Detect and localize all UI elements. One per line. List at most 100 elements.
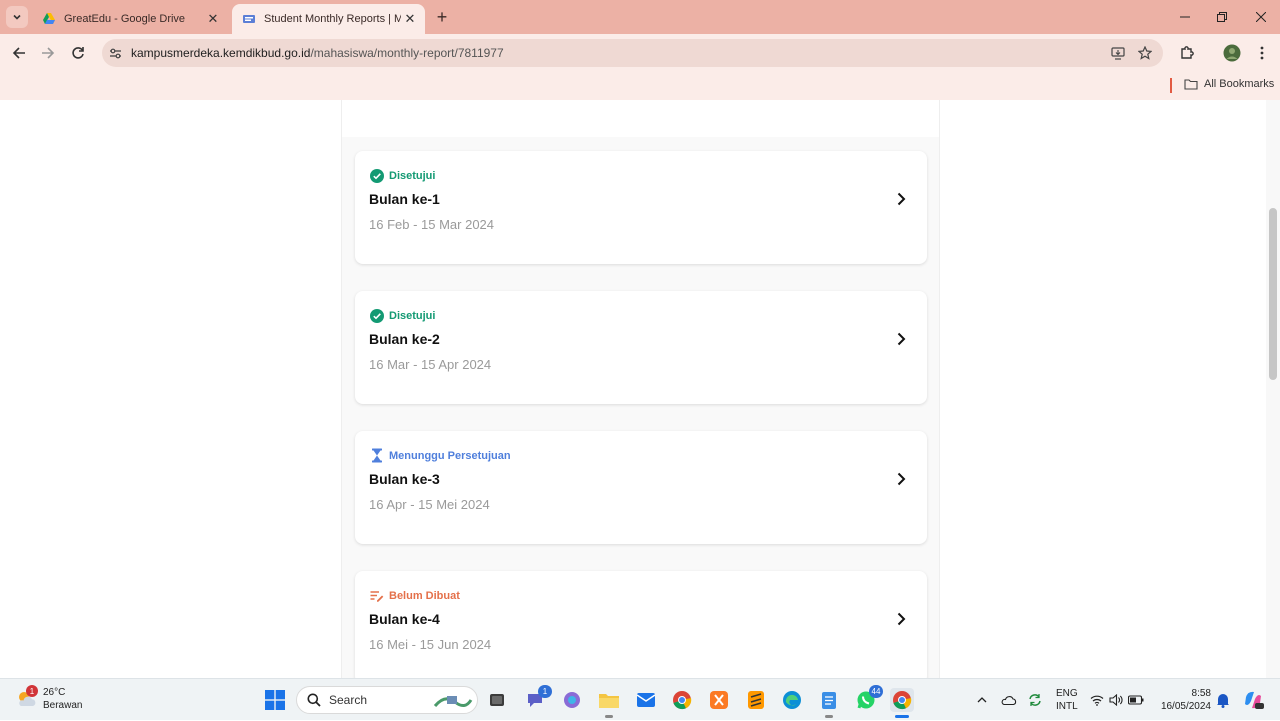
reload-button[interactable] — [66, 41, 90, 65]
tab-bar: GreatEdu - Google Drive ✕ Student Monthl… — [0, 0, 1280, 34]
chrome-active-window-button[interactable] — [890, 688, 914, 718]
page-scrollbar[interactable] — [1266, 100, 1280, 678]
bell-icon — [1217, 694, 1229, 708]
language-line-1: ENG — [1056, 688, 1078, 699]
month-title: Bulan ke-3 — [369, 471, 440, 487]
chevron-up-icon — [977, 697, 987, 703]
extensions-button[interactable] — [1175, 41, 1199, 65]
language-indicator[interactable]: ENG INTL — [1056, 679, 1078, 721]
whatsapp-button[interactable]: 44 — [854, 685, 883, 712]
status-badge: Menunggu Persetujuan — [369, 448, 511, 463]
notepad-icon — [822, 692, 836, 709]
chrome-button[interactable] — [670, 688, 694, 712]
running-indicator — [605, 715, 613, 718]
google-drive-icon — [43, 13, 55, 24]
chevron-right-icon[interactable] — [891, 329, 911, 349]
date-range: 16 Mei - 15 Jun 2024 — [369, 637, 492, 652]
profile-avatar[interactable] — [1220, 41, 1244, 65]
task-view-button[interactable] — [485, 688, 509, 712]
bookmark-star-icon[interactable] — [1135, 43, 1155, 63]
url-path: /mahasiswa/monthly-report/7811977 — [310, 46, 504, 60]
kampus-merdeka-icon — [243, 15, 255, 23]
sublime-text-button[interactable] — [744, 688, 768, 712]
start-button[interactable] — [263, 688, 287, 712]
copilot-pre-icon — [1245, 691, 1264, 709]
tab-search-button[interactable] — [6, 6, 28, 28]
bookmarks-separator — [1170, 78, 1172, 93]
report-card-month-4[interactable]: Belum Dibuat Bulan ke-4 16 Mei - 15 Jun … — [355, 571, 927, 678]
arrow-left-icon — [12, 47, 25, 59]
all-bookmarks-button[interactable]: All Bookmarks — [1184, 78, 1274, 90]
folder-icon — [1184, 79, 1198, 90]
all-bookmarks-label: All Bookmarks — [1204, 78, 1275, 90]
forward-button[interactable] — [36, 41, 60, 65]
xampp-button[interactable] — [707, 688, 731, 712]
chevron-right-icon[interactable] — [891, 609, 911, 629]
report-list-column: Disetujui Bulan ke-1 16 Feb - 15 Mar 202… — [341, 100, 940, 678]
chrome-icon — [673, 691, 692, 710]
clock-date: 16/05/2024 — [1160, 701, 1211, 712]
site-info-icon[interactable] — [105, 43, 125, 63]
back-button[interactable] — [7, 41, 31, 65]
language-line-2: INTL — [1056, 701, 1078, 712]
system-clock[interactable]: 8:58 16/05/2024 — [1158, 687, 1211, 713]
edge-button[interactable] — [780, 688, 804, 712]
whatsapp-badge: 44 — [869, 685, 883, 698]
notifications-button[interactable] — [1211, 688, 1235, 712]
show-hidden-icons-button[interactable] — [970, 688, 994, 712]
page-content: Disetujui Bulan ke-1 16 Feb - 15 Mar 202… — [0, 100, 1280, 678]
chrome-icon — [893, 691, 912, 710]
file-explorer-button[interactable] — [597, 688, 621, 718]
clock-time: 8:58 — [1191, 688, 1211, 699]
puzzle-icon — [1181, 46, 1194, 59]
copilot-preview-button[interactable] — [1241, 688, 1265, 712]
report-card-month-1[interactable]: Disetujui Bulan ke-1 16 Feb - 15 Mar 202… — [355, 151, 927, 264]
month-title: Bulan ke-1 — [369, 191, 440, 207]
weather-text: 26°C Berawan — [43, 686, 82, 712]
date-range: 16 Feb - 15 Mar 2024 — [369, 217, 495, 232]
tab-monthly-reports[interactable]: Student Monthly Reports | Merdeka ✕ — [232, 4, 425, 34]
more-vert-icon — [1260, 46, 1264, 60]
check-circle-icon — [369, 168, 384, 183]
sync-button[interactable] — [1023, 688, 1047, 712]
scrollbar-thumb[interactable] — [1269, 208, 1277, 380]
report-card-month-3[interactable]: Menunggu Persetujuan Bulan ke-3 16 Apr -… — [355, 431, 927, 544]
taskbar-search[interactable]: Search — [296, 686, 478, 714]
install-app-icon[interactable] — [1108, 43, 1128, 63]
edit-note-icon — [369, 588, 384, 603]
notepad-button[interactable] — [817, 688, 841, 718]
new-tab-button[interactable]: + — [432, 7, 452, 27]
search-highlight-icon — [433, 696, 473, 707]
cloud-icon — [1001, 696, 1017, 706]
browser-menu-button[interactable] — [1250, 41, 1274, 65]
chevron-right-icon[interactable] — [891, 469, 911, 489]
status-label: Disetujui — [389, 169, 436, 182]
status-badge: Belum Dibuat — [369, 588, 460, 603]
tab-google-drive[interactable]: GreatEdu - Google Drive ✕ — [32, 4, 228, 34]
quick-settings-button[interactable] — [1087, 688, 1147, 712]
copilot-button[interactable] — [560, 688, 584, 712]
close-window-button[interactable] — [1242, 0, 1280, 34]
minimize-icon — [1180, 16, 1190, 18]
address-bar[interactable]: kampusmerdeka.kemdikbud.go.id/mahasiswa/… — [102, 39, 1163, 67]
active-indicator — [895, 715, 909, 718]
weather-widget[interactable]: 1 26°C Berawan — [16, 685, 82, 712]
restore-button[interactable] — [1203, 0, 1241, 34]
weather-cloud-icon: 1 — [16, 685, 38, 710]
mail-button[interactable] — [634, 688, 658, 712]
folder-icon — [599, 694, 619, 708]
minimize-button[interactable] — [1166, 0, 1204, 34]
onedrive-button[interactable] — [997, 688, 1021, 712]
close-icon[interactable]: ✕ — [401, 10, 419, 28]
report-card-month-2[interactable]: Disetujui Bulan ke-2 16 Mar - 15 Apr 202… — [355, 291, 927, 404]
chevron-right-icon[interactable] — [891, 189, 911, 209]
teams-chat-button[interactable]: 1 — [523, 685, 552, 712]
url-host: kampusmerdeka.kemdikbud.go.id — [131, 46, 311, 60]
edge-icon — [783, 691, 801, 709]
header-remnant — [342, 100, 939, 137]
windows-logo-icon — [265, 690, 285, 710]
date-range: 16 Mar - 15 Apr 2024 — [369, 357, 492, 372]
sublime-icon — [748, 691, 764, 709]
avatar-icon — [1223, 44, 1241, 62]
close-icon[interactable]: ✕ — [204, 10, 222, 28]
